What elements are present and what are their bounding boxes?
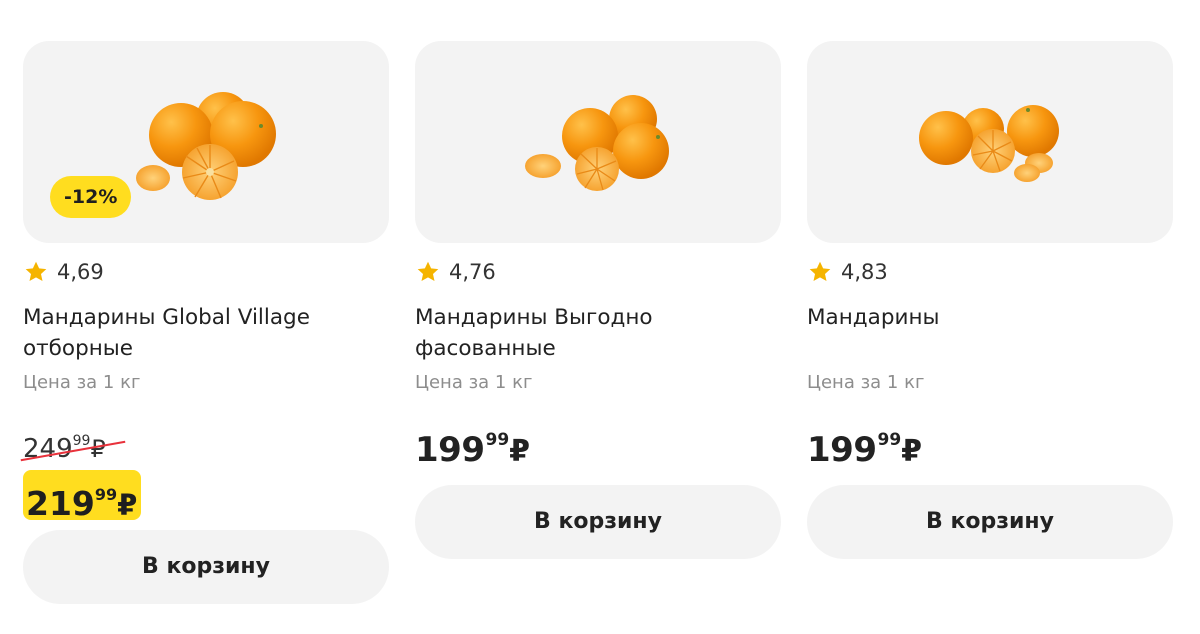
- unit-label: Цена за 1 кг: [807, 372, 925, 393]
- star-icon: [417, 261, 439, 281]
- add-to-cart-button[interactable]: В корзину: [23, 530, 389, 604]
- product-title[interactable]: Мандарины Выгодно фасованные: [415, 302, 755, 364]
- discount-badge: -12%: [50, 176, 132, 218]
- rating: 4,83: [807, 258, 888, 286]
- product-title[interactable]: Мандарины Global Village отборные: [23, 302, 363, 364]
- price: 19999₽: [807, 430, 923, 470]
- tangerines-image: [919, 105, 1059, 182]
- unit-label: Цена за 1 кг: [23, 372, 141, 393]
- add-to-cart-button[interactable]: В корзину: [807, 485, 1173, 559]
- rating: 4,76: [415, 258, 496, 286]
- star-icon: [25, 261, 47, 281]
- unit-label: Цена за 1 кг: [415, 372, 533, 393]
- add-to-cart-button[interactable]: В корзину: [415, 485, 781, 559]
- old-price: 24999₽: [20, 433, 126, 464]
- product-title[interactable]: Мандарины: [807, 302, 1147, 333]
- rating-value: 4,69: [57, 260, 104, 284]
- rating: 4,69: [23, 258, 104, 286]
- rating-value: 4,83: [841, 260, 888, 284]
- product-card[interactable]: 4,76 Мандарины Выгодно фасованные Цена з…: [415, 0, 781, 634]
- rating-value: 4,76: [449, 260, 496, 284]
- product-card[interactable]: -12% 4,69 Мандарины Global Village отбор…: [20, 0, 389, 634]
- sale-price: 21999₽: [23, 470, 142, 523]
- price: 19999₽: [415, 430, 531, 470]
- product-image[interactable]: [807, 41, 1173, 243]
- product-card[interactable]: 4,83 Мандарины Цена за 1 кг 19999₽ В кор…: [807, 0, 1173, 634]
- product-image[interactable]: -12%: [23, 41, 389, 243]
- star-icon: [809, 261, 831, 281]
- tangerines-image: [525, 95, 669, 191]
- product-image[interactable]: [415, 41, 781, 243]
